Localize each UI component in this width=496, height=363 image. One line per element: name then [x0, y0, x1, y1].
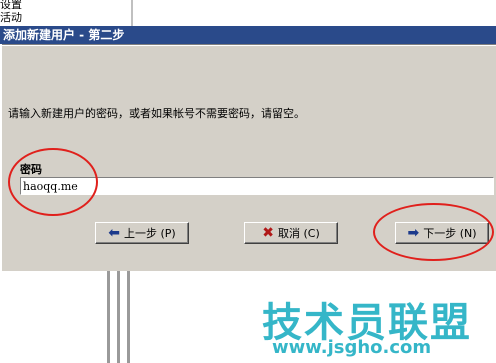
background-column-line: [107, 271, 110, 363]
background-column-line: [127, 271, 130, 363]
next-button-label: 下一步 (N): [423, 227, 477, 240]
background-column-line: [117, 271, 120, 363]
instruction-text: 请输入新建用户的密码，或者如果帐号不需要密码，请留空。: [8, 107, 305, 120]
arrow-left-icon: ⬅: [108, 225, 120, 241]
arrow-right-icon: ➡: [407, 225, 420, 241]
background-divider: [131, 0, 133, 26]
background-item-activity[interactable]: 活动: [0, 9, 22, 25]
panel-left-edge: [0, 44, 2, 271]
prev-button[interactable]: ⬅ 上一步 (P): [95, 222, 189, 244]
background-window: [0, 0, 496, 26]
watermark-url: www.jsgho.com: [272, 337, 432, 358]
password-input[interactable]: [20, 177, 494, 195]
password-label: 密码: [20, 163, 42, 176]
cancel-button-label: 取消 (C): [277, 227, 320, 240]
dialog-title: 添加新建用户 - 第二步: [0, 26, 496, 44]
panel-border-light: [0, 45, 496, 46]
red-x-icon: ✖: [262, 225, 274, 241]
next-button[interactable]: ➡ 下一步 (N): [395, 222, 489, 244]
cancel-button[interactable]: ✖ 取消 (C): [244, 222, 338, 244]
dialog-panel: 请输入新建用户的密码，或者如果帐号不需要密码，请留空。 密码 ⬅ 上一步 (P)…: [0, 44, 496, 271]
prev-button-label: 上一步 (P): [124, 227, 176, 240]
